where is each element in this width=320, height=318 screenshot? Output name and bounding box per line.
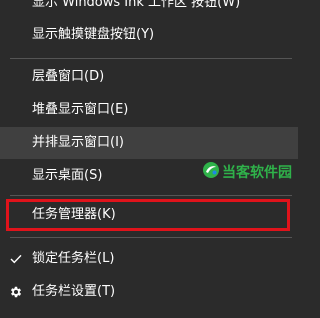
menu-item-taskbar-settings[interactable]: 任务栏设置(T) (0, 276, 298, 308)
menu-item-show-touch-keyboard-button[interactable]: 显示触摸键盘按钮(Y) (0, 19, 298, 51)
menu-item-label: 并排显示窗口(I) (32, 135, 124, 150)
menu-separator (10, 58, 292, 59)
menu-item-cascade-windows[interactable]: 层叠窗口(D) (0, 61, 298, 93)
menu-item-label: 堆叠显示窗口(E) (32, 102, 129, 117)
logo-icon (202, 161, 220, 183)
menu-item-lock-taskbar[interactable]: 锁定任务栏(L) (0, 243, 298, 275)
menu-item-show-windows-ink-button[interactable]: 显示 Windows Ink 工作区 按钮(W) (0, 0, 298, 19)
watermark: 当客软件园 (202, 161, 292, 183)
menu-item-label: 显示桌面(S) (32, 168, 103, 183)
menu-item-label: 显示触摸键盘按钮(Y) (32, 27, 155, 42)
menu-item-side-by-side-windows[interactable]: 并排显示窗口(I) (0, 127, 298, 159)
menu-item-label: 层叠窗口(D) (32, 69, 105, 84)
highlight-box (6, 199, 290, 231)
menu-item-stack-windows[interactable]: 堆叠显示窗口(E) (0, 94, 298, 126)
gear-icon (8, 276, 24, 308)
menu-item-label: 任务栏设置(T) (32, 284, 116, 299)
menu-separator (10, 195, 292, 196)
checkmark-icon (8, 243, 24, 275)
menu-item-label: 锁定任务栏(L) (32, 251, 115, 266)
taskbar-context-menu: 显示 Windows Ink 工作区 按钮(W) 显示触摸键盘按钮(Y) 层叠窗… (0, 0, 298, 318)
watermark-text: 当客软件园 (222, 165, 292, 181)
menu-item-label: 显示 Windows Ink 工作区 按钮(W) (32, 0, 241, 10)
menu-separator (10, 237, 292, 238)
